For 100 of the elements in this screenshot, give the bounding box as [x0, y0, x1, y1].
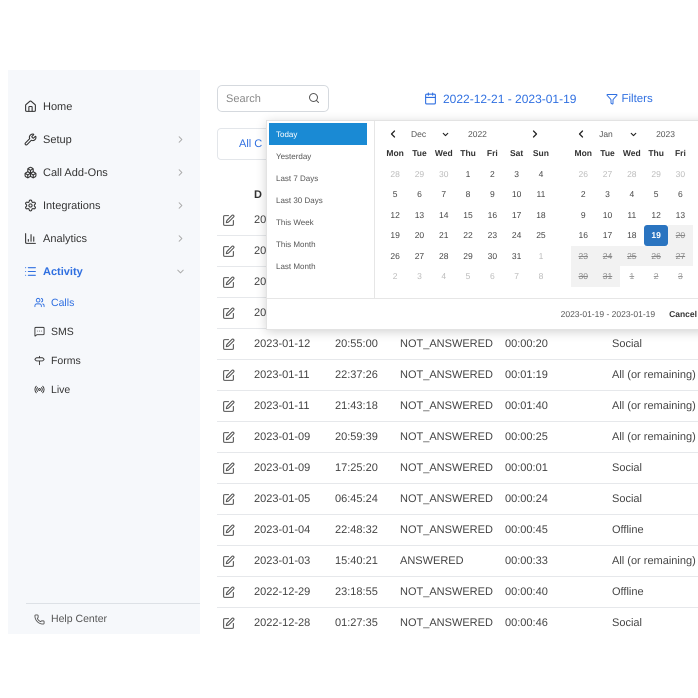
- calendar-day[interactable]: 3: [504, 164, 529, 184]
- table-cell: 00:00:01: [505, 462, 548, 474]
- calendar-day[interactable]: 18: [528, 204, 554, 225]
- table-cell: Offline: [612, 524, 644, 536]
- calendar-day[interactable]: 27: [407, 246, 432, 266]
- edit-icon[interactable]: [222, 586, 235, 598]
- table-cell: 06:45:24: [335, 493, 378, 505]
- edit-icon[interactable]: [222, 554, 235, 568]
- edit-icon[interactable]: [222, 214, 235, 226]
- month-select[interactable]: Jan: [599, 129, 622, 139]
- table-cell: NOT_ANSWERED: [400, 400, 493, 412]
- calendar-day[interactable]: 21: [432, 225, 456, 246]
- table-cell: 00:00:33: [505, 555, 548, 567]
- search-field[interactable]: Search: [217, 85, 329, 112]
- table-cell: 00:00:40: [505, 586, 548, 598]
- calendar-day[interactable]: 12: [383, 204, 408, 225]
- nav-item[interactable]: Setup: [8, 123, 200, 156]
- year-label[interactable]: 2023: [656, 129, 675, 139]
- calendar-day[interactable]: 4: [528, 164, 554, 184]
- edit-icon[interactable]: [222, 306, 235, 320]
- weekday-label: Mon: [385, 147, 405, 160]
- preset-option[interactable]: Last 7 Days: [269, 167, 367, 189]
- date-range-button[interactable]: 2022-12-21 - 2023-01-19: [424, 92, 576, 106]
- calendar-day[interactable]: 9: [571, 204, 596, 225]
- tab[interactable]: All C: [239, 138, 262, 150]
- calendar-day[interactable]: 13: [668, 204, 693, 225]
- edit-icon[interactable]: [222, 616, 235, 630]
- calendar-day[interactable]: 10: [595, 204, 620, 225]
- table-cell: ANSWERED: [400, 555, 464, 567]
- calendar-day[interactable]: 4: [620, 184, 644, 204]
- calendar-day[interactable]: 29: [456, 246, 480, 266]
- filters-button[interactable]: Filters: [606, 92, 653, 104]
- nav-subitem[interactable]: Forms: [8, 346, 200, 375]
- table-cell: 20:59:39: [335, 431, 378, 443]
- calendar-day[interactable]: 31: [504, 246, 529, 266]
- edit-icon[interactable]: [222, 338, 235, 350]
- table-cell: 2023-01-03: [254, 555, 310, 567]
- calendar-day[interactable]: 17: [595, 225, 620, 246]
- calendar-day[interactable]: 20: [407, 225, 432, 246]
- preset-option[interactable]: Last Month: [269, 255, 367, 277]
- table-cell: All (or remaining): [612, 369, 696, 381]
- nav-item[interactable]: Analytics: [8, 222, 200, 255]
- calendar-day[interactable]: 18: [620, 225, 644, 246]
- calendar-day[interactable]: 30: [480, 246, 504, 266]
- edit-icon[interactable]: [222, 430, 235, 444]
- preset-option[interactable]: Last 30 Days: [269, 189, 367, 211]
- nav-item[interactable]: Home: [8, 90, 200, 123]
- calendar-day[interactable]: 10: [504, 184, 529, 204]
- nav-subitem[interactable]: Live: [8, 375, 200, 404]
- nav-subitem[interactable]: SMS: [8, 317, 200, 346]
- calendar-day[interactable]: 17: [504, 204, 529, 225]
- calendar-day[interactable]: 5: [644, 184, 668, 204]
- calendar-day[interactable]: 26: [383, 246, 408, 266]
- nav-item[interactable]: Call Add-Ons: [8, 156, 200, 189]
- calendar-day[interactable]: 11: [620, 204, 644, 225]
- calendar-day[interactable]: 12: [644, 204, 668, 225]
- edit-icon[interactable]: [222, 276, 235, 288]
- table-cell: Social: [612, 462, 642, 474]
- edit-icon[interactable]: [222, 524, 235, 536]
- calendar-day[interactable]: 16: [480, 204, 504, 225]
- calendar-day[interactable]: 3: [595, 184, 620, 204]
- month-select[interactable]: Dec: [411, 129, 433, 139]
- calendar-day[interactable]: 23: [480, 225, 504, 246]
- calendar-day[interactable]: 25: [528, 225, 554, 246]
- filter-icon: [606, 92, 618, 104]
- preset-option[interactable]: Yesterday: [269, 145, 367, 167]
- nav-subitem[interactable]: Calls: [8, 288, 200, 317]
- preset-option[interactable]: This Month: [269, 233, 367, 255]
- calendar-day[interactable]: 2: [480, 164, 504, 184]
- calendar-day[interactable]: 6: [668, 184, 693, 204]
- table-cell: 22:37:26: [335, 369, 378, 381]
- calendar-day[interactable]: 1: [456, 164, 480, 184]
- edit-icon[interactable]: [222, 400, 235, 412]
- calendar-day[interactable]: 19: [383, 225, 408, 246]
- calendar-day[interactable]: 11: [528, 184, 554, 204]
- calendar-day[interactable]: 15: [456, 204, 480, 225]
- calendar-day[interactable]: 24: [504, 225, 529, 246]
- calendar-day[interactable]: 5: [383, 184, 408, 204]
- year-label[interactable]: 2022: [468, 129, 487, 139]
- edit-icon[interactable]: [222, 368, 235, 382]
- calendar-day[interactable]: 16: [571, 225, 596, 246]
- preset-option[interactable]: This Week: [269, 211, 367, 233]
- calendar-day[interactable]: 13: [407, 204, 432, 225]
- calendar-day[interactable]: 19: [644, 225, 668, 246]
- edit-icon[interactable]: [222, 244, 235, 258]
- calendar-day[interactable]: 8: [456, 184, 480, 204]
- calendar-day[interactable]: 14: [432, 204, 456, 225]
- nav-item[interactable]: Activity: [8, 255, 200, 288]
- calendar-day[interactable]: 28: [432, 246, 456, 266]
- table-cell: 00:00:24: [505, 493, 548, 505]
- edit-icon[interactable]: [222, 462, 235, 474]
- edit-icon[interactable]: [222, 492, 235, 506]
- preset-option[interactable]: Today: [269, 123, 367, 145]
- calendar-day[interactable]: 7: [432, 184, 456, 204]
- calendar-day[interactable]: 22: [456, 225, 480, 246]
- table-cell: 00:01:40: [505, 400, 548, 412]
- nav-item[interactable]: Integrations: [8, 189, 200, 222]
- calendar-day[interactable]: 2: [571, 184, 596, 204]
- calendar-day[interactable]: 6: [407, 184, 432, 204]
- calendar-day[interactable]: 9: [480, 184, 504, 204]
